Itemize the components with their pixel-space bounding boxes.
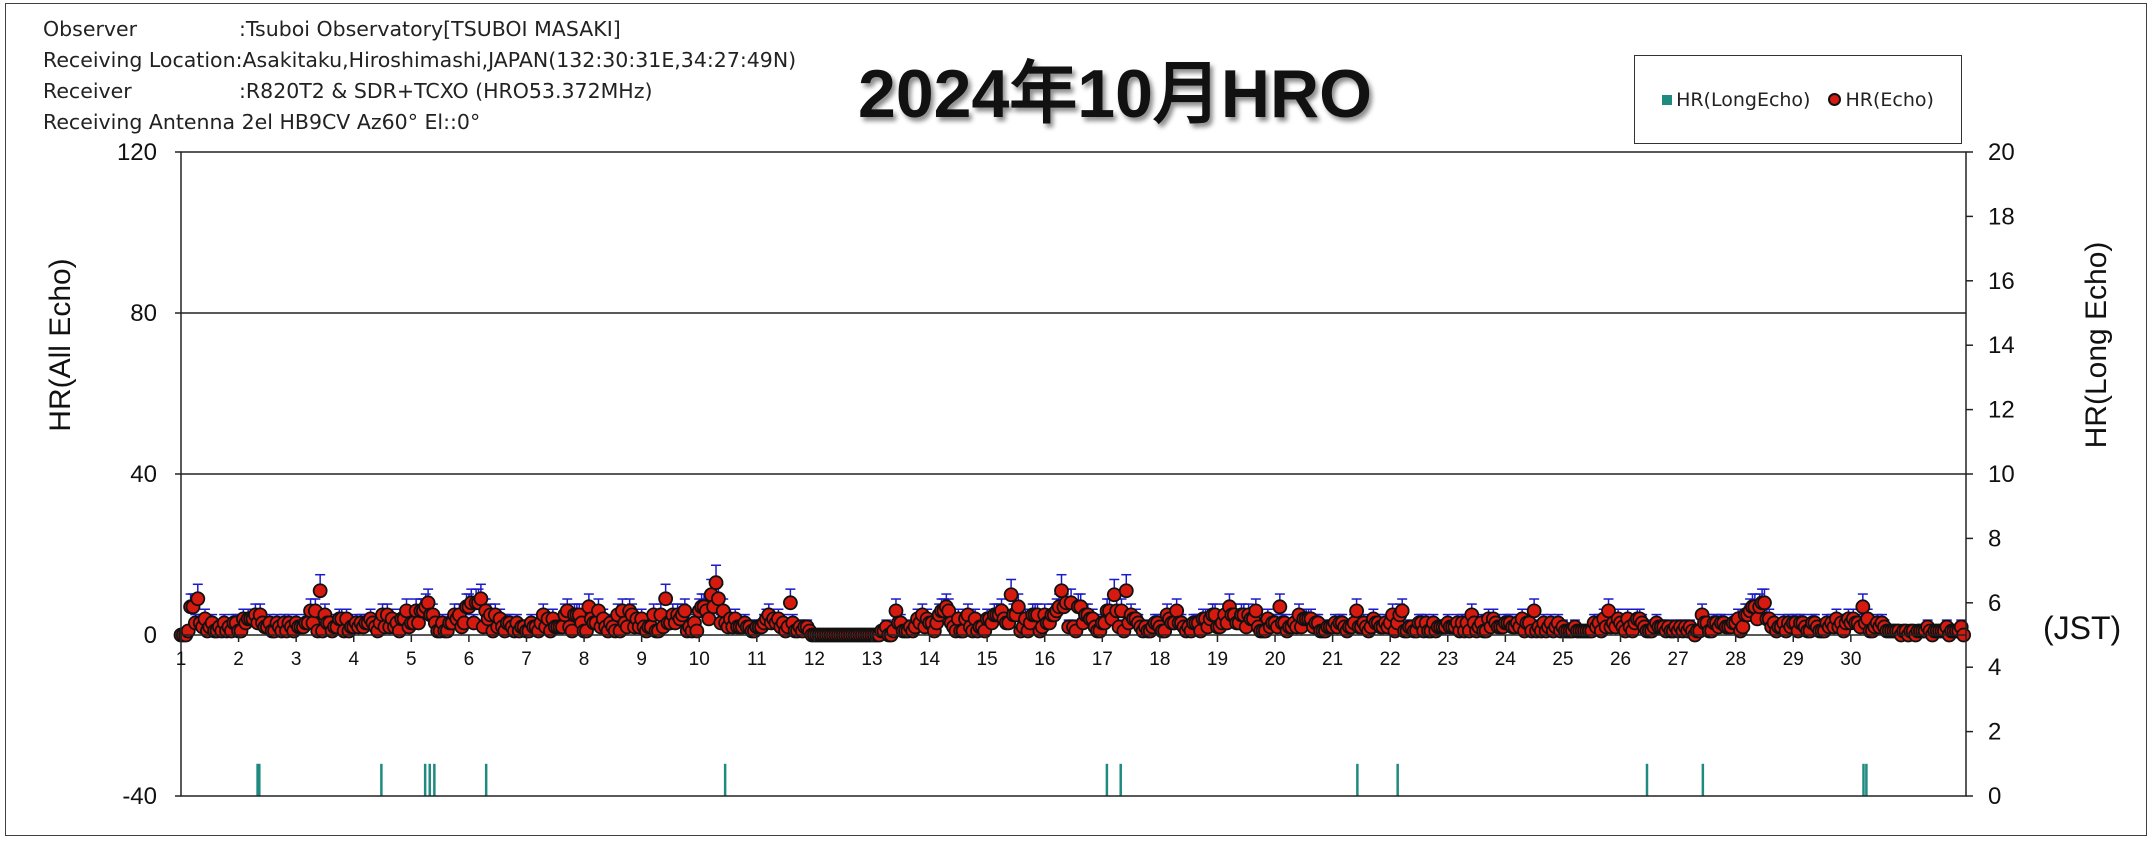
x-tick-label: 4 — [348, 649, 359, 670]
echo-point — [1349, 603, 1365, 619]
x-tick-label: 12 — [804, 649, 825, 670]
x-tick-label: 1 — [176, 649, 187, 670]
x-tick-label: 14 — [919, 649, 941, 670]
y-right-tick-label: 16 — [1988, 268, 2015, 295]
y-right-tick-label: 0 — [1988, 783, 2001, 810]
x-tick-label: 6 — [464, 649, 475, 670]
echo-point — [782, 595, 798, 611]
x-tick-label: 13 — [861, 649, 882, 670]
echo-point — [1272, 599, 1288, 615]
x-tick-label: 26 — [1610, 649, 1631, 670]
x-tick-label: 10 — [689, 649, 710, 670]
y-left-tick-label: 80 — [130, 300, 157, 327]
x-tick-label: 30 — [1840, 649, 1861, 670]
y-right-tick-label: 2 — [1988, 719, 2001, 746]
x-tick-label: 9 — [636, 649, 647, 670]
y-axis-label-left: HR(All Echo) — [44, 258, 77, 431]
echo-point — [708, 575, 724, 591]
x-tick-label: 25 — [1552, 649, 1573, 670]
y-right-tick-label: 18 — [1988, 203, 2015, 230]
x-tick-label: 8 — [579, 649, 590, 670]
echo-point — [1394, 603, 1410, 619]
echo-point — [1118, 583, 1134, 599]
echo-point — [1003, 587, 1019, 603]
echo-point — [473, 591, 489, 607]
x-tick-label: 20 — [1264, 649, 1285, 670]
echo-point — [190, 591, 206, 607]
echo-point — [701, 611, 717, 627]
echo-point — [711, 591, 726, 607]
x-tick-label: 7 — [521, 649, 532, 670]
y-left-tick-label: 0 — [144, 622, 157, 649]
x-tick-label: 2 — [233, 649, 244, 670]
echo-point — [1757, 595, 1772, 611]
y-right-tick-label: 8 — [1988, 525, 2001, 552]
echo-point — [658, 591, 674, 607]
echo-point — [677, 603, 693, 619]
echo-point — [420, 595, 436, 611]
y-left-tick-label: -40 — [122, 783, 157, 810]
echo-point — [1248, 603, 1264, 619]
echo-point-layer — [173, 575, 1972, 643]
x-tick-label: 19 — [1207, 649, 1228, 670]
echo-point — [411, 615, 426, 631]
x-tick-label: 17 — [1092, 649, 1113, 670]
echo-point — [1526, 603, 1542, 619]
x-tick-label: 11 — [747, 649, 767, 670]
echo-point — [888, 603, 904, 619]
y-right-tick-label: 14 — [1988, 332, 2015, 359]
echo-point — [1855, 599, 1871, 615]
chart-svg: -4004080120024681012141618201 2 3 4 5 6 7 8 9 10 1… — [44, 139, 2113, 810]
y-axis-label-right: HR(Long Echo) — [2080, 242, 2113, 449]
echo-point — [1169, 603, 1185, 619]
x-axis-label: (JST) — [2043, 610, 2122, 646]
y-left-tick-label: 120 — [117, 139, 157, 166]
echo-point — [1054, 583, 1069, 599]
grid-layer — [181, 312, 1966, 475]
x-tick-label: 23 — [1437, 649, 1458, 670]
y-right-tick-label: 4 — [1988, 654, 2001, 681]
echo-point — [1106, 587, 1122, 603]
echo-point — [1735, 619, 1751, 635]
y-right-tick-label: 12 — [1988, 397, 2015, 424]
x-tick-label: 22 — [1380, 649, 1401, 670]
x-tick-label: 3 — [291, 649, 302, 670]
echo-point — [1010, 599, 1026, 615]
y-right-tick-label: 20 — [1988, 139, 2015, 166]
x-tick-label: 16 — [1034, 649, 1055, 670]
x-tick-label: 21 — [1322, 649, 1343, 670]
x-tick-label: 27 — [1668, 649, 1689, 670]
x-tick-label: 15 — [977, 649, 998, 670]
x-tick-label: 5 — [406, 649, 417, 670]
x-tick-label: 24 — [1495, 649, 1517, 670]
x-tick-label: 29 — [1783, 649, 1804, 670]
echo-point — [312, 583, 328, 599]
y-right-tick-label: 10 — [1988, 461, 2015, 488]
long-echo-layer — [256, 763, 1868, 796]
x-tick-label: 28 — [1725, 649, 1746, 670]
x-tick-label: 18 — [1149, 649, 1170, 670]
y-right-tick-label: 6 — [1988, 590, 2001, 617]
y-left-tick-label: 40 — [130, 461, 157, 488]
